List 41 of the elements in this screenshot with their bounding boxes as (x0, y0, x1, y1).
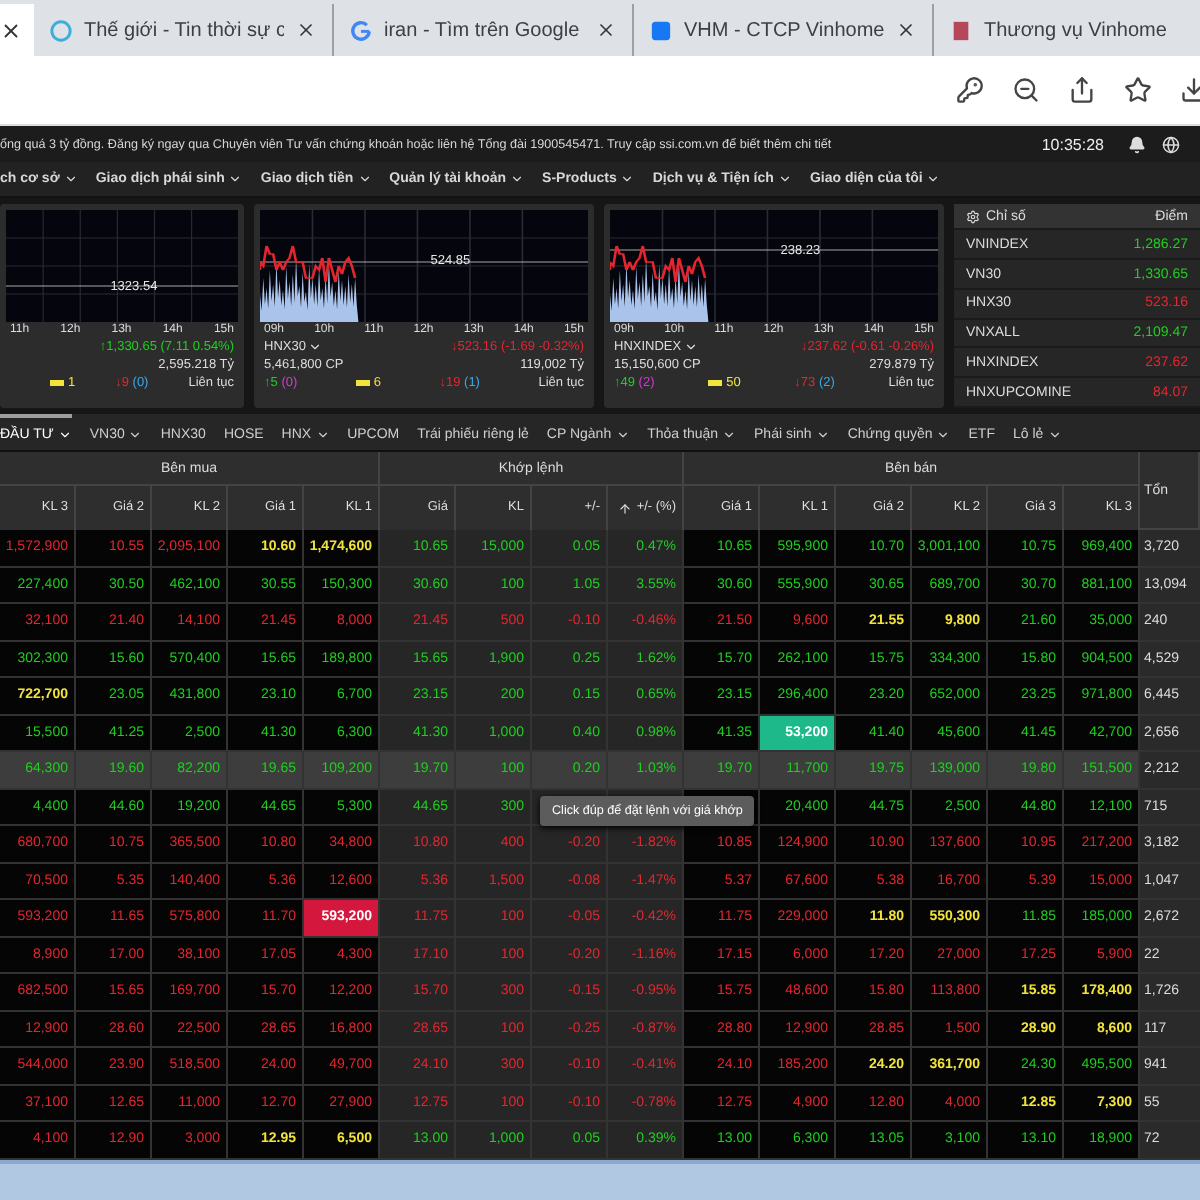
chevron-down-icon[interactable] (307, 340, 322, 354)
chevron-down-icon[interactable] (128, 427, 143, 441)
site-favicon-icon (50, 19, 72, 41)
chevron-down-icon[interactable] (63, 172, 78, 186)
zoom-out-icon[interactable] (1012, 76, 1040, 104)
tab-title: Thương vụ Vinhome (984, 19, 1169, 41)
download-icon[interactable] (1180, 76, 1200, 104)
site-favicon-icon (950, 19, 972, 41)
site-favicon-icon (350, 19, 372, 41)
close-tab-icon[interactable] (896, 20, 916, 40)
clock-time: 10:35:28 (1041, 135, 1104, 153)
chevron-down-icon[interactable] (815, 427, 830, 441)
flat-bar-icon (355, 380, 370, 386)
close-tab-icon[interactable] (596, 20, 616, 40)
chevron-down-icon[interactable] (57, 427, 72, 441)
globe-icon[interactable] (1162, 135, 1180, 153)
close-tab-icon[interactable] (0, 19, 22, 41)
key-icon[interactable] (956, 76, 984, 104)
chevron-down-icon[interactable] (683, 340, 698, 354)
settings-icon[interactable] (966, 209, 980, 224)
chevron-down-icon[interactable] (620, 172, 635, 186)
site-favicon-icon (650, 19, 672, 41)
close-tab-icon[interactable] (296, 20, 316, 40)
chevron-down-icon[interactable] (722, 427, 737, 441)
chevron-down-icon[interactable] (1047, 427, 1062, 441)
chevron-down-icon[interactable] (936, 427, 951, 441)
chevron-down-icon[interactable] (315, 427, 330, 441)
chevron-down-icon[interactable] (615, 427, 630, 441)
chevron-down-icon[interactable] (357, 172, 372, 186)
chevron-down-icon[interactable] (926, 172, 941, 186)
star-icon[interactable] (1124, 76, 1152, 104)
flat-bar-icon (708, 380, 723, 386)
tab-title: iran - Tìm trên Google (384, 19, 582, 41)
chevron-down-icon[interactable] (510, 172, 525, 186)
sort-icon[interactable] (618, 501, 633, 515)
chevron-down-icon[interactable] (228, 172, 243, 186)
share-icon[interactable] (1068, 76, 1096, 104)
tab-title: VHM - CTCP Vinhome (684, 19, 884, 41)
bell-icon[interactable] (1128, 135, 1146, 153)
flat-bar-icon (49, 380, 64, 386)
chevron-down-icon[interactable] (777, 172, 792, 186)
